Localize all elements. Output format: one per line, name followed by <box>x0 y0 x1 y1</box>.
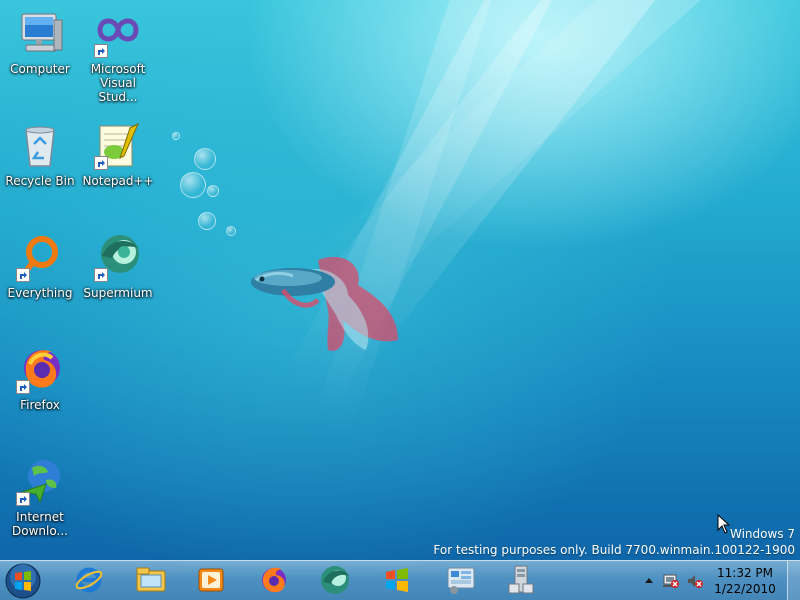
taskbar-supermium[interactable] <box>310 563 360 597</box>
shortcut-arrow-icon <box>94 44 108 58</box>
desktop-icon-visual-studio[interactable]: Microsoft Visual Stud... <box>80 10 156 104</box>
watermark-os-name: Windows 7 <box>729 527 795 541</box>
supermium-icon <box>321 566 349 594</box>
recycle-bin-icon <box>25 126 55 167</box>
show-hidden-icons-chevron-icon[interactable] <box>644 576 654 584</box>
bubble <box>194 148 216 170</box>
desktop-icon-supermium[interactable]: Supermium <box>80 234 156 300</box>
desktop-icon-firefox[interactable]: Firefox <box>2 346 78 412</box>
bubble <box>180 172 206 198</box>
internet-explorer-icon <box>75 567 103 593</box>
desktop-icon-everything[interactable]: Everything <box>2 234 78 300</box>
windows-start-orb-icon <box>5 563 41 599</box>
bubble <box>172 132 180 140</box>
desktop-icon-label: Recycle Bin <box>5 174 75 188</box>
windows-flag-icon <box>386 568 408 592</box>
shortcut-arrow-icon <box>16 492 30 506</box>
taskbar-firefox[interactable] <box>248 563 298 597</box>
taskbar-windows-explorer[interactable] <box>126 563 176 597</box>
firefox-icon <box>262 567 286 593</box>
taskbar-internet-explorer[interactable] <box>64 563 114 597</box>
device-manager-icon <box>508 565 534 594</box>
desktop-icon-label: Firefox <box>20 398 60 412</box>
desktop-icon-computer[interactable]: Computer <box>2 10 78 76</box>
clock-time: 11:32 PM <box>717 566 773 580</box>
shortcut-arrow-icon <box>94 156 108 170</box>
bubble <box>198 212 216 230</box>
volume-muted-icon[interactable] <box>686 573 704 589</box>
mouse-cursor-icon <box>717 514 731 534</box>
taskbar-control-panel[interactable] <box>436 563 486 597</box>
windows-explorer-icon <box>136 567 166 592</box>
desktop-icon-label: Computer <box>10 62 70 76</box>
desktop-icon-label: Microsoft Visual Stud... <box>90 62 146 104</box>
bubble <box>226 226 236 236</box>
watermark-build-info: For testing purposes only. Build 7700.wi… <box>433 543 795 557</box>
shortcut-arrow-icon <box>16 380 30 394</box>
start-button[interactable] <box>4 562 42 600</box>
computer-icon <box>21 13 63 52</box>
show-desktop-button[interactable] <box>787 561 800 600</box>
desktop-icon-label: Supermium <box>83 286 153 300</box>
desktop: Computer Microsoft Visual Stud... Recycl… <box>0 0 800 600</box>
desktop-icon-recycle-bin[interactable]: Recycle Bin <box>2 122 78 188</box>
taskbar-device-manager[interactable] <box>496 563 546 597</box>
desktop-icon-notepad-plus-plus[interactable]: Notepad++ <box>80 122 156 188</box>
bubble <box>207 185 219 197</box>
control-panel-icon <box>447 567 475 594</box>
desktop-icon-label: Notepad++ <box>82 174 154 188</box>
taskbar: 11:32 PM 1/22/2010 <box>0 560 800 600</box>
desktop-icon-label: Everything <box>7 286 73 300</box>
desktop-icon-label: Internet Downlo... <box>12 510 68 538</box>
network-icon[interactable] <box>662 573 680 589</box>
system-tray: 11:32 PM 1/22/2010 <box>630 561 800 600</box>
betta-fish-wallpaper <box>251 256 398 351</box>
taskbar-clock[interactable]: 11:32 PM 1/22/2010 <box>710 565 780 597</box>
taskbar-media-player[interactable] <box>186 563 236 597</box>
clock-date: 1/22/2010 <box>714 582 776 596</box>
shortcut-arrow-icon <box>16 268 30 282</box>
media-player-icon <box>198 568 224 592</box>
desktop-icon-internet-download-manager[interactable]: Internet Downlo... <box>2 458 78 538</box>
taskbar-windows-flag[interactable] <box>372 563 422 597</box>
shortcut-arrow-icon <box>94 268 108 282</box>
windows-build-watermark: Windows 7 For testing purposes only. Bui… <box>433 526 795 558</box>
